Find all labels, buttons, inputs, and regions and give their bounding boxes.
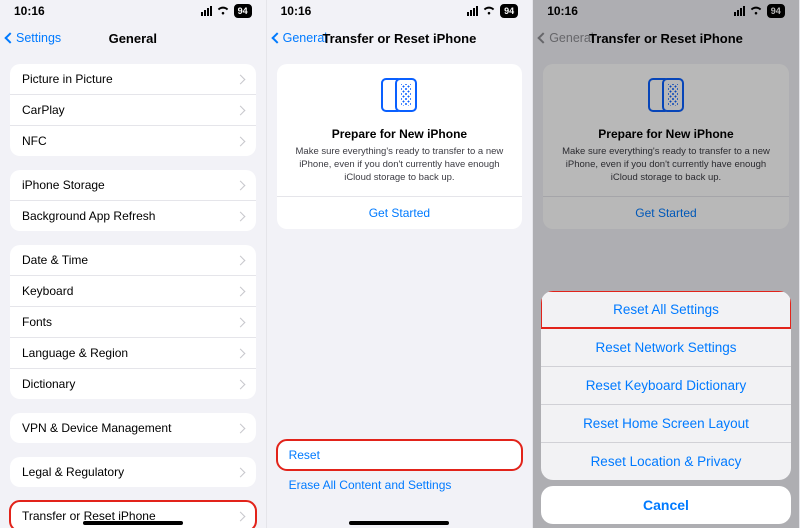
home-indicator[interactable] [83, 521, 183, 525]
prepare-card: Prepare for New iPhone Make sure everyth… [277, 64, 523, 229]
status-bar: 10:16 94 [0, 0, 266, 22]
item-label: Dictionary [22, 377, 75, 391]
back-button[interactable]: Settings [6, 31, 61, 45]
status-time: 10:16 [14, 4, 45, 18]
item-label: CarPlay [22, 103, 65, 117]
chevron-right-icon [235, 348, 245, 358]
list-item[interactable]: Language & Region [10, 337, 256, 368]
chevron-right-icon [235, 423, 245, 433]
item-label: Fonts [22, 315, 52, 329]
chevron-right-icon [235, 286, 245, 296]
wifi-icon [216, 4, 230, 18]
chevron-right-icon [235, 105, 245, 115]
reset-location-privacy[interactable]: Reset Location & Privacy [541, 442, 791, 480]
chevron-left-icon [4, 32, 15, 43]
battery-icon: 94 [234, 4, 252, 18]
reset-keyboard-dictionary[interactable]: Reset Keyboard Dictionary [541, 366, 791, 404]
nav-bar: General Transfer or Reset iPhone [267, 22, 533, 54]
status-time: 10:16 [281, 4, 312, 18]
status-bar: 10:16 94 [267, 0, 533, 22]
list-item[interactable]: Keyboard [10, 275, 256, 306]
list-item[interactable]: Dictionary [10, 368, 256, 399]
wifi-icon [482, 4, 496, 18]
transfer-phones-icon [377, 76, 421, 116]
get-started-button[interactable]: Get Started [277, 196, 523, 229]
settings-list: Picture in Picture CarPlay NFC iPhone St… [0, 64, 266, 528]
screen-general: 10:16 94 Settings General Picture in Pic… [0, 0, 267, 528]
list-item[interactable]: Picture in Picture [10, 64, 256, 94]
reset-network-settings[interactable]: Reset Network Settings [541, 328, 791, 366]
chevron-right-icon [235, 136, 245, 146]
chevron-right-icon [235, 211, 245, 221]
chevron-right-icon [235, 74, 245, 84]
chevron-right-icon [235, 467, 245, 477]
item-label: VPN & Device Management [22, 421, 171, 435]
reset-home-screen-layout[interactable]: Reset Home Screen Layout [541, 404, 791, 442]
item-label: Keyboard [22, 284, 73, 298]
chevron-right-icon [235, 180, 245, 190]
screen-reset-sheet: 10:16 94 General Transfer or Reset iPhon… [533, 0, 800, 528]
erase-all-link[interactable]: Erase All Content and Settings [277, 470, 523, 500]
list-item[interactable]: Legal & Regulatory [10, 457, 256, 487]
back-label: Settings [16, 31, 61, 45]
chevron-right-icon [235, 379, 245, 389]
chevron-right-icon [235, 511, 245, 521]
chevron-right-icon [235, 255, 245, 265]
cancel-button[interactable]: Cancel [541, 486, 791, 524]
item-label: Picture in Picture [22, 72, 113, 86]
reset-all-settings[interactable]: Reset All Settings [541, 291, 791, 328]
item-label: Background App Refresh [22, 209, 155, 223]
item-label: Language & Region [22, 346, 128, 360]
chevron-left-icon [271, 32, 282, 43]
nav-bar: Settings General [0, 22, 266, 54]
cellular-icon [201, 6, 212, 16]
home-indicator[interactable] [349, 521, 449, 525]
item-label: iPhone Storage [22, 178, 105, 192]
card-heading: Prepare for New iPhone [291, 127, 509, 141]
back-button[interactable]: General [273, 31, 327, 45]
back-label: General [283, 31, 327, 45]
battery-icon: 94 [500, 4, 518, 18]
screen-transfer-reset: 10:16 94 General Transfer or Reset iPhon… [267, 0, 534, 528]
list-item[interactable]: NFC [10, 125, 256, 156]
chevron-right-icon [235, 317, 245, 327]
list-item[interactable]: Date & Time [10, 245, 256, 275]
item-label: Legal & Regulatory [22, 465, 124, 479]
reset-item[interactable]: Reset [277, 440, 523, 470]
card-body: Make sure everything's ready to transfer… [291, 146, 509, 184]
cellular-icon [467, 6, 478, 16]
action-sheet: Reset All Settings Reset Network Setting… [541, 291, 791, 524]
list-item[interactable]: VPN & Device Management [10, 413, 256, 443]
item-label: NFC [22, 134, 47, 148]
item-label: Reset [289, 448, 320, 462]
item-label: Date & Time [22, 253, 88, 267]
list-item[interactable]: Background App Refresh [10, 200, 256, 231]
list-item[interactable]: iPhone Storage [10, 170, 256, 200]
list-item[interactable]: CarPlay [10, 94, 256, 125]
list-item[interactable]: Fonts [10, 306, 256, 337]
